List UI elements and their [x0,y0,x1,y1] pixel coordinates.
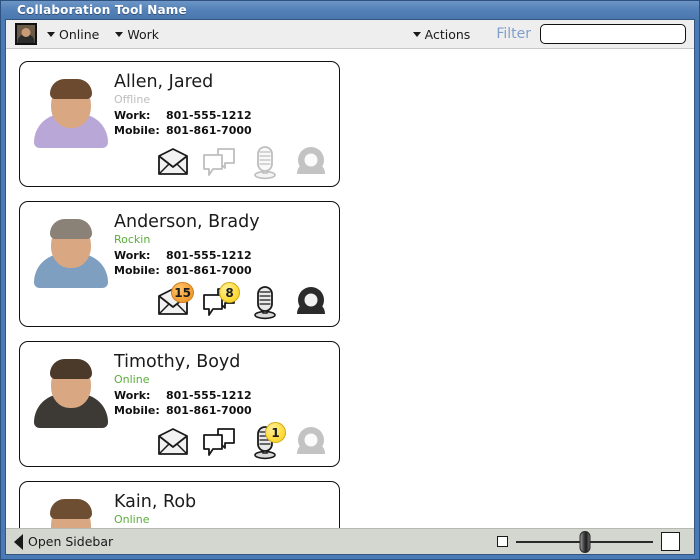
window-title: Collaboration Tool Name [17,3,187,17]
profile-menu-label: Work [127,26,159,42]
webcam-icon [293,424,329,460]
work-phone-row: Work: 801-555-1212 [114,108,331,123]
chevron-down-icon [115,31,124,37]
filter-label: Filter [496,26,531,42]
unread-badge: 15 [171,282,194,303]
work-phone-label: Work: [114,109,151,122]
mobile-phone-label: Mobile: [114,264,160,277]
large-square-icon[interactable] [661,532,680,551]
mobile-phone-value[interactable]: 801-861-7000 [166,263,252,278]
zoom-slider-track[interactable] [516,530,653,553]
actions-menu-label: Actions [424,26,471,42]
presence-menu[interactable]: Online [47,27,99,42]
contact-name: Timothy, Boyd [114,352,241,372]
chat-icon[interactable]: 8 [201,282,240,320]
unread-badge: 1 [265,422,286,443]
webcam-icon [293,144,329,180]
photo-hair [50,219,92,239]
contact-card[interactable]: Kain, RobOnlineWork:801-555-1212Mobile:8… [19,481,340,528]
mobile-phone-row: Mobile: 801-861-7000 [114,403,331,418]
webcam-icon[interactable] [293,284,329,320]
contact-name: Kain, Rob [114,492,197,512]
chevron-down-icon [47,31,55,37]
contact-actions: 1 [155,422,329,460]
contact-photo [32,70,110,152]
zoom-slider-thumb[interactable] [579,530,590,553]
avatar[interactable] [15,23,37,45]
photo-hair [50,499,92,519]
work-phone-row: Work: 801-555-1212 [114,248,331,263]
contact-photo [32,350,110,432]
small-square-icon[interactable] [497,536,508,547]
open-sidebar-button[interactable]: Open Sidebar [14,533,114,550]
mobile-phone-label: Mobile: [114,404,160,417]
toolbar: Online Work Actions Filter [6,20,694,49]
contact-list-area: Allen, Jared Offline Work: 801-555-1212 Mobi… [6,49,694,528]
contact-info: Kain, RobOnlineWork:801-555-1212Mobile:8… [114,488,331,528]
mobile-phone-value[interactable]: 801-861-7000 [166,403,252,418]
email-icon[interactable]: 15 [155,282,194,320]
contact-card[interactable]: Timothy, Boyd Online Work: 801-555-1212 Mobi… [19,341,340,467]
chat-icon[interactable] [201,424,237,460]
contact-name: Anderson, Brady [114,212,260,232]
chat-icon [201,144,237,180]
microphone-icon[interactable]: 1 [247,422,286,460]
status-badge: Online [114,513,150,526]
photo-hair [50,79,92,99]
title-bar: Collaboration Tool Name [1,1,699,19]
status-badge: Online [114,373,150,386]
mobile-phone-row: Mobile: 801-861-7000 [114,123,331,138]
work-phone-label: Work: [114,389,151,402]
work-phone-value[interactable]: 801-555-1212 [166,388,252,403]
mobile-phone-value[interactable]: 801-861-7000 [166,123,252,138]
open-sidebar-label: Open Sidebar [28,534,114,549]
work-phone-value[interactable]: 801-555-1212 [166,108,252,123]
mobile-phone-row: Mobile: 801-861-7000 [114,263,331,278]
chevron-left-icon [14,533,23,550]
contact-photo [32,210,110,292]
work-phone-value[interactable]: 801-555-1212 [166,248,252,263]
email-icon[interactable] [155,424,191,460]
unread-badge: 8 [219,282,240,303]
avatar-face [21,28,31,37]
contact-actions: 15 8 [155,282,329,320]
status-bar: Open Sidebar [6,528,694,554]
contact-phones: Work: 801-555-1212 Mobile: 801-861-7000 [114,388,331,418]
photo-hair [50,359,92,379]
contact-actions [155,144,329,180]
actions-menu[interactable]: Actions [412,26,471,42]
status-badge: Offline [114,93,151,106]
contact-photo [32,490,110,528]
contact-card-grid: Allen, Jared Offline Work: 801-555-1212 Mobi… [19,61,681,528]
chevron-down-icon [412,31,421,37]
contact-phones: Work: 801-555-1212 Mobile: 801-861-7000 [114,108,331,138]
microphone-icon[interactable] [247,284,283,320]
email-icon[interactable] [155,144,191,180]
status-badge: Rockin [114,233,151,246]
presence-menu-label: Online [59,26,100,42]
filter-input[interactable] [540,24,686,44]
microphone-icon [247,144,283,180]
profile-menu[interactable]: Work [115,27,159,42]
app-window: Collaboration Tool Name Online Work Acti… [0,0,700,560]
window-body: Online Work Actions Filter Allen, Jared O… [5,19,695,555]
mobile-phone-label: Mobile: [114,124,160,137]
contact-phones: Work: 801-555-1212 Mobile: 801-861-7000 [114,248,331,278]
contact-name: Allen, Jared [114,72,214,92]
contact-card[interactable]: Anderson, Brady Rockin Work: 801-555-1212 Mo… [19,201,340,327]
zoom-slider[interactable] [497,530,680,553]
work-phone-row: Work: 801-555-1212 [114,388,331,403]
contact-card[interactable]: Allen, Jared Offline Work: 801-555-1212 Mobi… [19,61,340,187]
work-phone-label: Work: [114,249,151,262]
